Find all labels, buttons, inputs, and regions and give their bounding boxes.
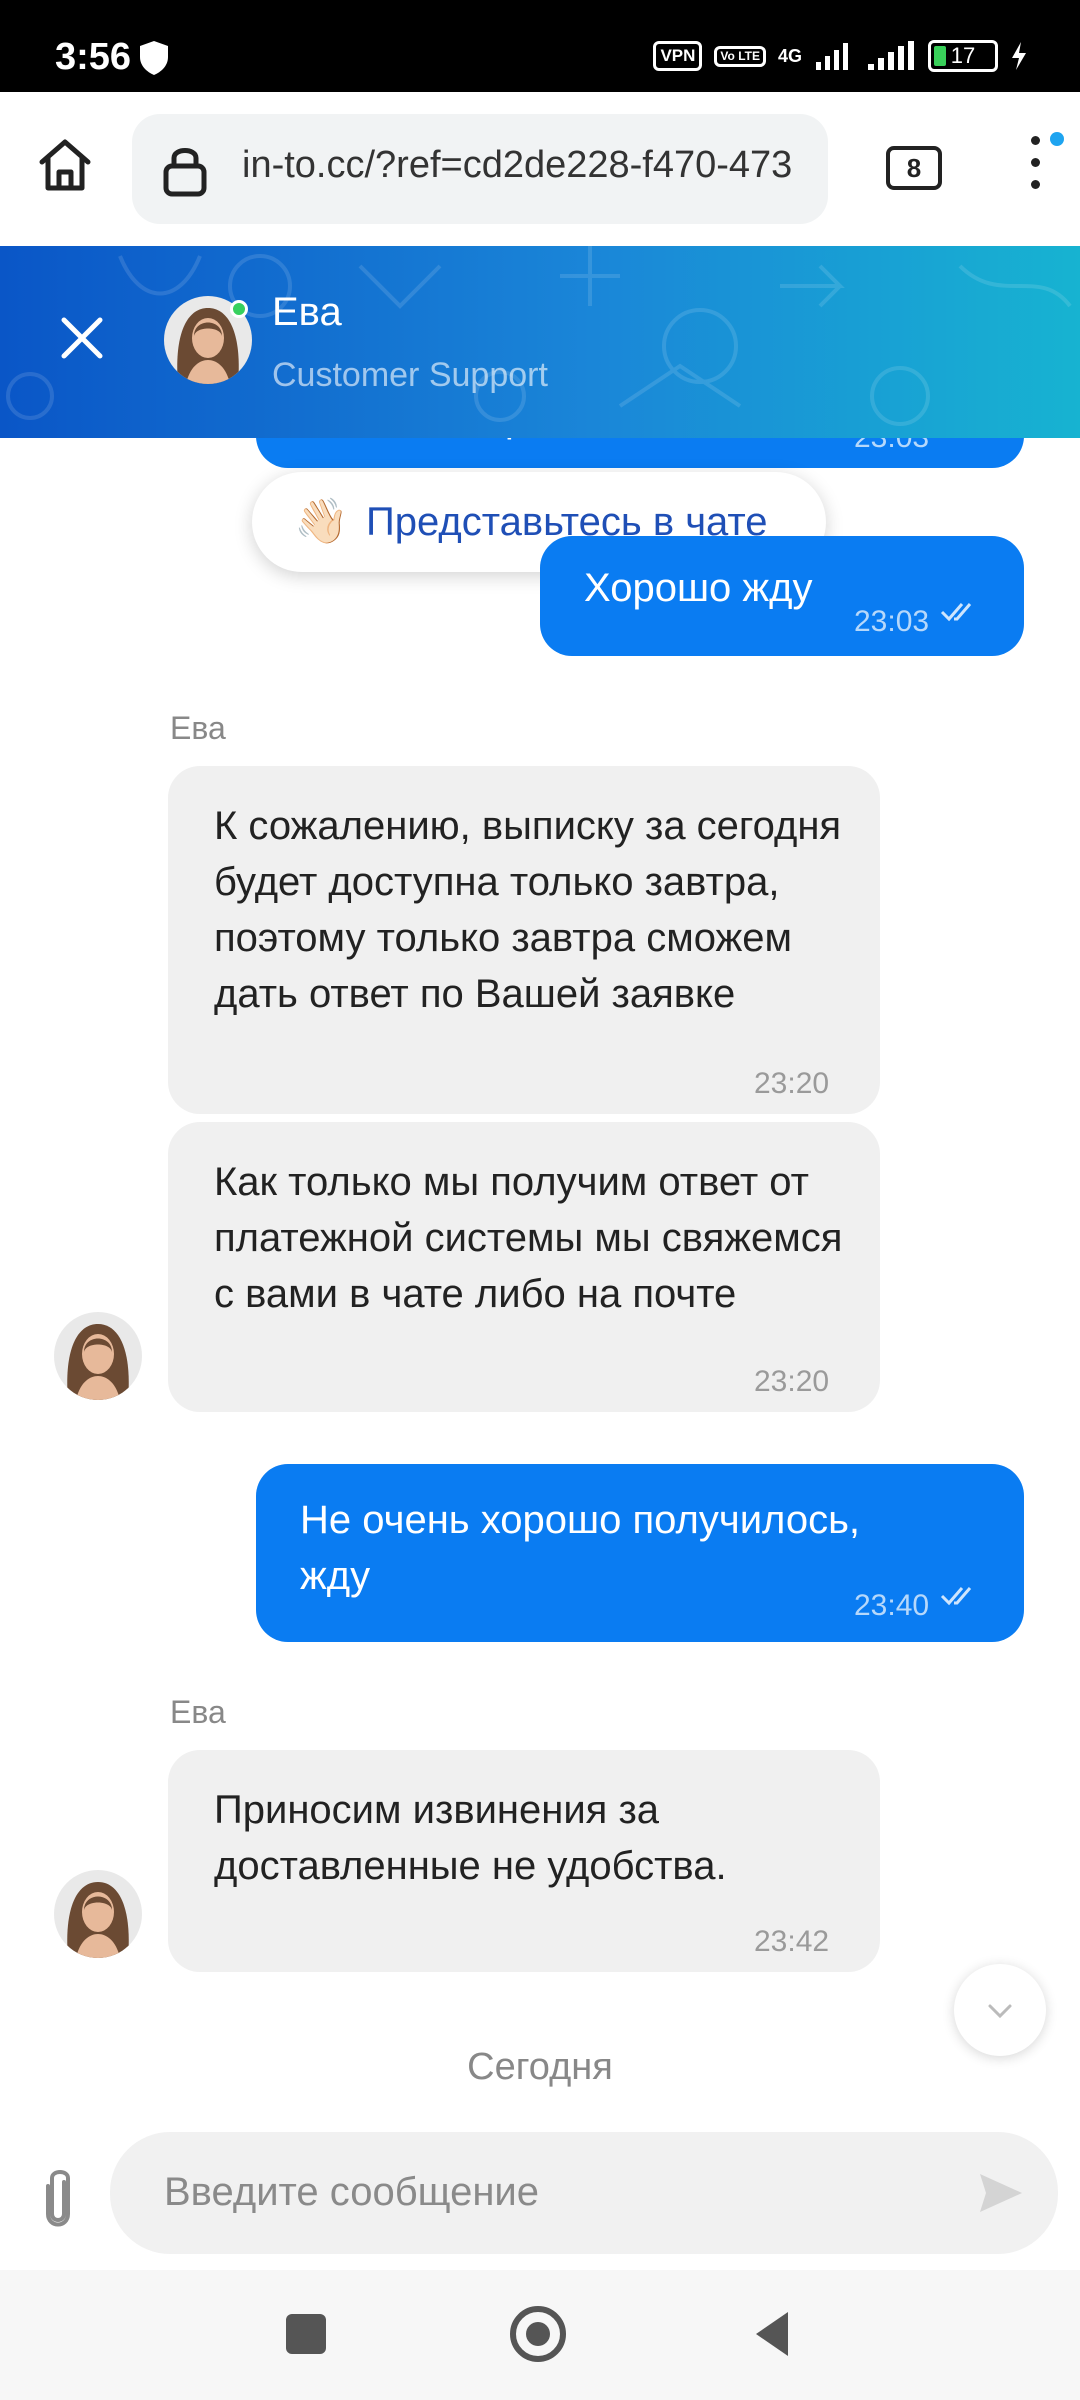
attach-icon[interactable]	[34, 2166, 82, 2232]
home-button[interactable]	[510, 2306, 566, 2362]
date-divider: Сегодня	[467, 2046, 613, 2088]
double-check-icon	[940, 438, 980, 440]
tabs-button[interactable]: 8	[886, 146, 942, 190]
close-icon[interactable]	[58, 314, 106, 362]
message-text: Хорошо жду	[584, 566, 813, 610]
chevron-down-icon	[988, 2004, 1012, 2019]
message-text: исчезают просто так	[300, 438, 678, 446]
browser-toolbar: in-to.cc/?ref=cd2de228-f470-473 8	[0, 92, 1080, 246]
battery-level: 17	[950, 43, 976, 68]
agent-avatar	[54, 1312, 142, 1400]
agent-role: Customer Support	[272, 356, 548, 394]
message-text: К сожалению, выписку за сегодня будет до…	[214, 804, 842, 1016]
menu-icon[interactable]	[1020, 136, 1050, 206]
message-text: Приносим извинения за доставленные не уд…	[214, 1788, 727, 1888]
header-pattern	[6, 246, 1072, 426]
message-text: Как только мы получим ответ от платежной…	[214, 1160, 843, 1316]
system-nav-bar	[0, 2270, 1080, 2400]
wave-icon: 👋🏻	[294, 497, 349, 546]
message-sender: Ева	[170, 1694, 226, 1730]
volte-badge: Vo LTE	[714, 45, 766, 67]
status-bar: 3:56 VPN Vo LTE 4G 17	[0, 0, 1080, 92]
recent-apps-button[interactable]	[286, 2314, 326, 2354]
message-outgoing: Хорошо жду 23:03	[540, 536, 1024, 656]
message-text: Не очень хорошо получилось, жду	[300, 1498, 861, 1598]
agent-name: Ева	[272, 290, 342, 334]
url-bar[interactable]: in-to.cc/?ref=cd2de228-f470-473	[132, 114, 828, 224]
message-time: 23:03	[854, 438, 929, 466]
scroll-down-button[interactable]	[954, 1964, 1046, 2056]
message-input-placeholder: Введите сообщение	[164, 2170, 539, 2214]
double-check-icon	[940, 1587, 972, 1606]
signal-icon	[816, 43, 848, 70]
message-time: 23:03	[854, 605, 930, 638]
url-text[interactable]: in-to.cc/?ref=cd2de228-f470-473	[242, 144, 792, 187]
network-label: 4G	[777, 45, 802, 66]
message-incoming: Приносим извинения за доставленные не уд…	[168, 1750, 880, 1972]
agent-avatar	[54, 1870, 142, 1958]
message-time: 23:42	[754, 1925, 830, 1958]
message-incoming: Как только мы получим ответ от платежной…	[168, 1122, 880, 1412]
lock-icon	[163, 148, 207, 197]
message-sender: Ева	[170, 710, 226, 746]
message-composer: Введите сообщение	[0, 2130, 1080, 2270]
notification-dot	[1050, 132, 1064, 146]
vpn-badge: VPN	[653, 41, 703, 71]
status-time: 3:56	[55, 36, 132, 78]
charging-icon	[1012, 42, 1026, 70]
double-check-icon	[940, 603, 972, 622]
chat-header: Ева Customer Support	[0, 246, 1080, 438]
message-outgoing: исчезают просто так 23:03	[256, 438, 1024, 468]
message-time: 23:40	[854, 1589, 930, 1622]
shield-icon	[140, 41, 168, 75]
message-outgoing: Не очень хорошо получилось, жду 23:40	[256, 1464, 1024, 1642]
message-time: 23:20	[754, 1067, 830, 1100]
send-icon[interactable]	[978, 2172, 1024, 2214]
online-indicator	[230, 300, 248, 318]
battery-indicator: 17	[928, 40, 998, 72]
message-list[interactable]: исчезают просто так 23:03 👋🏻 Представьте…	[0, 438, 1080, 2130]
message-input[interactable]: Введите сообщение	[110, 2132, 1058, 2254]
home-icon[interactable]	[34, 134, 96, 196]
signal-icon-2	[868, 41, 914, 70]
message-incoming: К сожалению, выписку за сегодня будет до…	[168, 766, 880, 1114]
message-time: 23:20	[754, 1365, 830, 1398]
back-icon[interactable]	[752, 2310, 792, 2358]
